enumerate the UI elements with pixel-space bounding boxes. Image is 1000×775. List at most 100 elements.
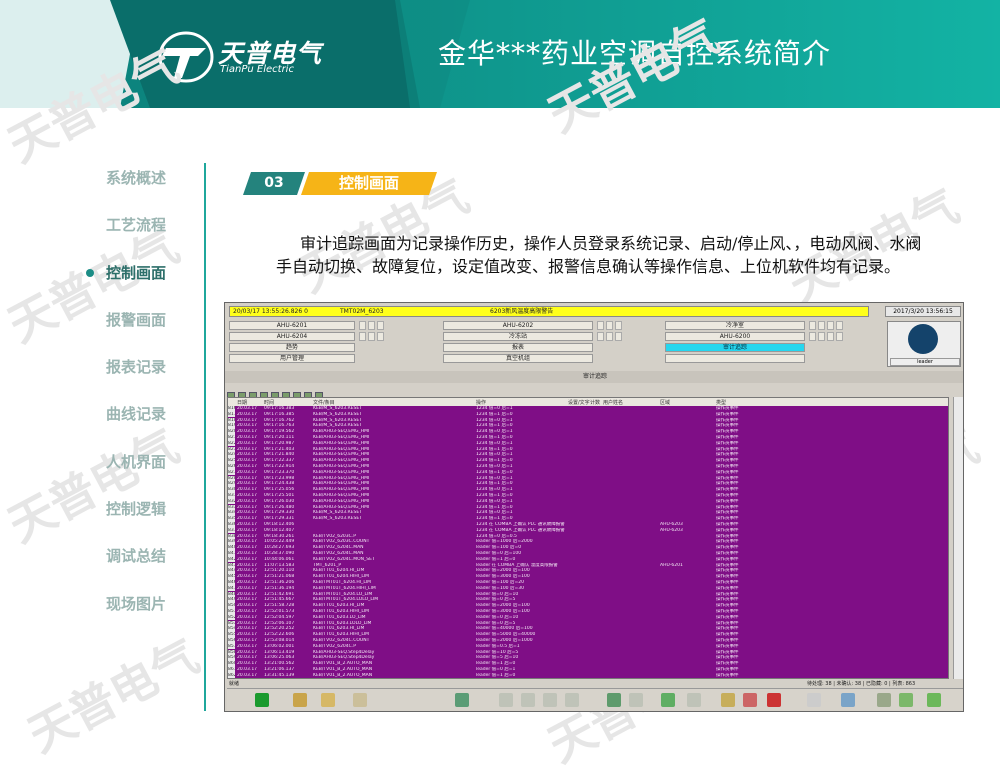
cell-type: 操作员事件 — [716, 406, 746, 412]
nav-button-user-management[interactable]: 用户管理 — [229, 354, 355, 363]
cell-t: 12:51:36.194 — [264, 586, 312, 592]
cell-d: 20.03.17 — [237, 522, 263, 528]
row-number: 856 — [228, 638, 235, 644]
nav-item-trends[interactable]: 曲线记录 — [88, 396, 198, 443]
nav-button-audit-trail[interactable]: 审计追踪 — [665, 343, 805, 352]
filter-icon[interactable] — [293, 693, 307, 707]
nav-button-trend[interactable]: 趋势 — [229, 343, 355, 352]
nav-item-overview[interactable]: 系统概述 — [88, 160, 198, 207]
toolbar — [227, 385, 367, 395]
cell-d: 20.03.17 — [237, 499, 263, 505]
company-logo: 天普电气 TianPu Electric — [158, 30, 323, 85]
table-scrollbar[interactable] — [953, 397, 963, 679]
nav-item-commissioning[interactable]: 调试总结 — [88, 538, 198, 585]
cell-type: 操作员事件 — [716, 418, 746, 424]
cell-d: 20.03.17 — [237, 563, 263, 569]
nav-button-ahu-6201[interactable]: AHU-6201 — [229, 321, 355, 330]
cell-type: 操作员事件 — [716, 609, 746, 615]
nav-button-cleanroom[interactable]: 冷净室 — [665, 321, 805, 330]
nav-button-ahu-6204[interactable]: AHU-6204 — [229, 332, 355, 341]
confirm-icon[interactable] — [927, 693, 941, 707]
cell-type: 操作员事件 — [716, 429, 746, 435]
cell-d: 20.03.17 — [237, 481, 263, 487]
section-number: 03 — [243, 172, 305, 195]
nav-button-ahu-6202[interactable]: AHU-6202 — [443, 321, 593, 330]
cell-op: leader 值=1 后=0 — [476, 557, 566, 563]
cell-op: 1234 值=0 后=1 — [476, 464, 566, 470]
cell-d: 20.03.17 — [237, 406, 263, 412]
cell-item: KEB/TMT01T_6204.LO_LIM — [313, 592, 473, 598]
nav-item-site-photos[interactable]: 现场图片 — [88, 586, 198, 633]
cell-t: 09:17:23.370 — [264, 470, 312, 476]
delete-icon[interactable] — [767, 693, 781, 707]
cell-area: AHU-6203 — [660, 522, 714, 528]
down-icon[interactable] — [543, 693, 557, 707]
status-square — [809, 321, 816, 330]
cell-d: 20.03.17 — [237, 505, 263, 511]
audit-trail-screenshot: 20/03/17 13:55:26.826 0 TMT02M_6203 6203… — [224, 302, 964, 712]
nav-item-alarm-screen[interactable]: 报警画面 — [88, 302, 198, 349]
nav-left-icon[interactable] — [661, 693, 675, 707]
row-number: 841 — [228, 551, 235, 557]
status-square — [606, 321, 613, 330]
cell-t: 09:17:24.438 — [264, 481, 312, 487]
user-icon[interactable] — [877, 693, 891, 707]
forward-icon[interactable] — [629, 693, 643, 707]
nav-button-ahu-6200[interactable]: AHU-6200 — [665, 332, 805, 341]
row-number: 823 — [228, 447, 235, 453]
nav-button-empty[interactable] — [665, 354, 805, 363]
print-icon[interactable] — [353, 693, 367, 707]
cell-op: 1234 值=1 后=0 — [476, 516, 566, 522]
row-number: 858 — [228, 650, 235, 656]
nav-item-hmi[interactable]: 人机界面 — [88, 444, 198, 491]
cell-d: 20.03.17 — [237, 667, 263, 673]
save-icon[interactable] — [743, 693, 757, 707]
col-count[interactable]: 计数 — [590, 399, 600, 406]
last-page-icon[interactable] — [565, 693, 579, 707]
info-icon[interactable] — [841, 693, 855, 707]
check-icon[interactable] — [899, 693, 913, 707]
col-type[interactable]: 类型 — [716, 399, 726, 406]
cell-op: leader 值=1 后=0 — [476, 673, 566, 679]
folder-icon[interactable] — [321, 693, 335, 707]
col-time[interactable]: 时间 — [264, 399, 274, 406]
col-operation[interactable]: 操作 — [476, 399, 486, 406]
up-icon[interactable] — [521, 693, 535, 707]
row-number: 861 — [228, 667, 235, 673]
nav-item-control-screen[interactable]: 控制画面 — [88, 255, 198, 302]
col-user[interactable]: 用户姓名 — [603, 399, 623, 406]
nav-button-vacuum[interactable]: 真空机组 — [443, 354, 593, 363]
alarm-tag: TMT02M_6203 — [340, 307, 384, 316]
col-setting[interactable]: 设置/文字 — [568, 399, 590, 406]
status-square — [597, 321, 604, 330]
status-square — [818, 332, 825, 341]
nav-button-report[interactable]: 报表 — [443, 343, 593, 352]
cell-t: 12:52:22.606 — [264, 632, 312, 638]
cell-item: KEB/AHU3-SEQ.EMG_HMI — [313, 464, 473, 470]
cell-d: 20.03.17 — [237, 586, 263, 592]
cell-type: 操作员事件 — [716, 551, 746, 557]
cell-item: KEB/TV02_6204C.P — [313, 644, 473, 650]
row-number: 845 — [228, 574, 235, 580]
col-date[interactable]: 日期 — [237, 399, 247, 406]
export-icon[interactable] — [455, 693, 469, 707]
nav-item-control-logic[interactable]: 控制逻辑 — [88, 491, 198, 538]
back-icon[interactable] — [607, 693, 621, 707]
alarm-banner[interactable]: 20/03/17 13:55:26.826 0 TMT02M_6203 6203… — [229, 306, 869, 317]
nav-item-process[interactable]: 工艺流程 — [88, 207, 198, 254]
col-area[interactable]: 区域 — [660, 399, 670, 406]
play-icon[interactable] — [255, 693, 269, 707]
first-page-icon[interactable] — [499, 693, 513, 707]
col-item[interactable]: 文件/条目 — [313, 399, 335, 406]
nav-item-reports[interactable]: 报表记录 — [88, 349, 198, 396]
nav-right-icon[interactable] — [687, 693, 701, 707]
company-crest: leader — [887, 321, 961, 367]
open-icon[interactable] — [721, 693, 735, 707]
watermark: 天普电气 — [15, 621, 208, 766]
cell-item: KEB/M_S_6203.RESET — [313, 406, 473, 412]
nav-button-chiller[interactable]: 冷冻站 — [443, 332, 593, 341]
cell-d: 20.03.17 — [237, 458, 263, 464]
settings-icon[interactable] — [807, 693, 821, 707]
cell-d: 20.03.17 — [237, 673, 263, 679]
cell-type: 操作员事件 — [716, 516, 746, 522]
